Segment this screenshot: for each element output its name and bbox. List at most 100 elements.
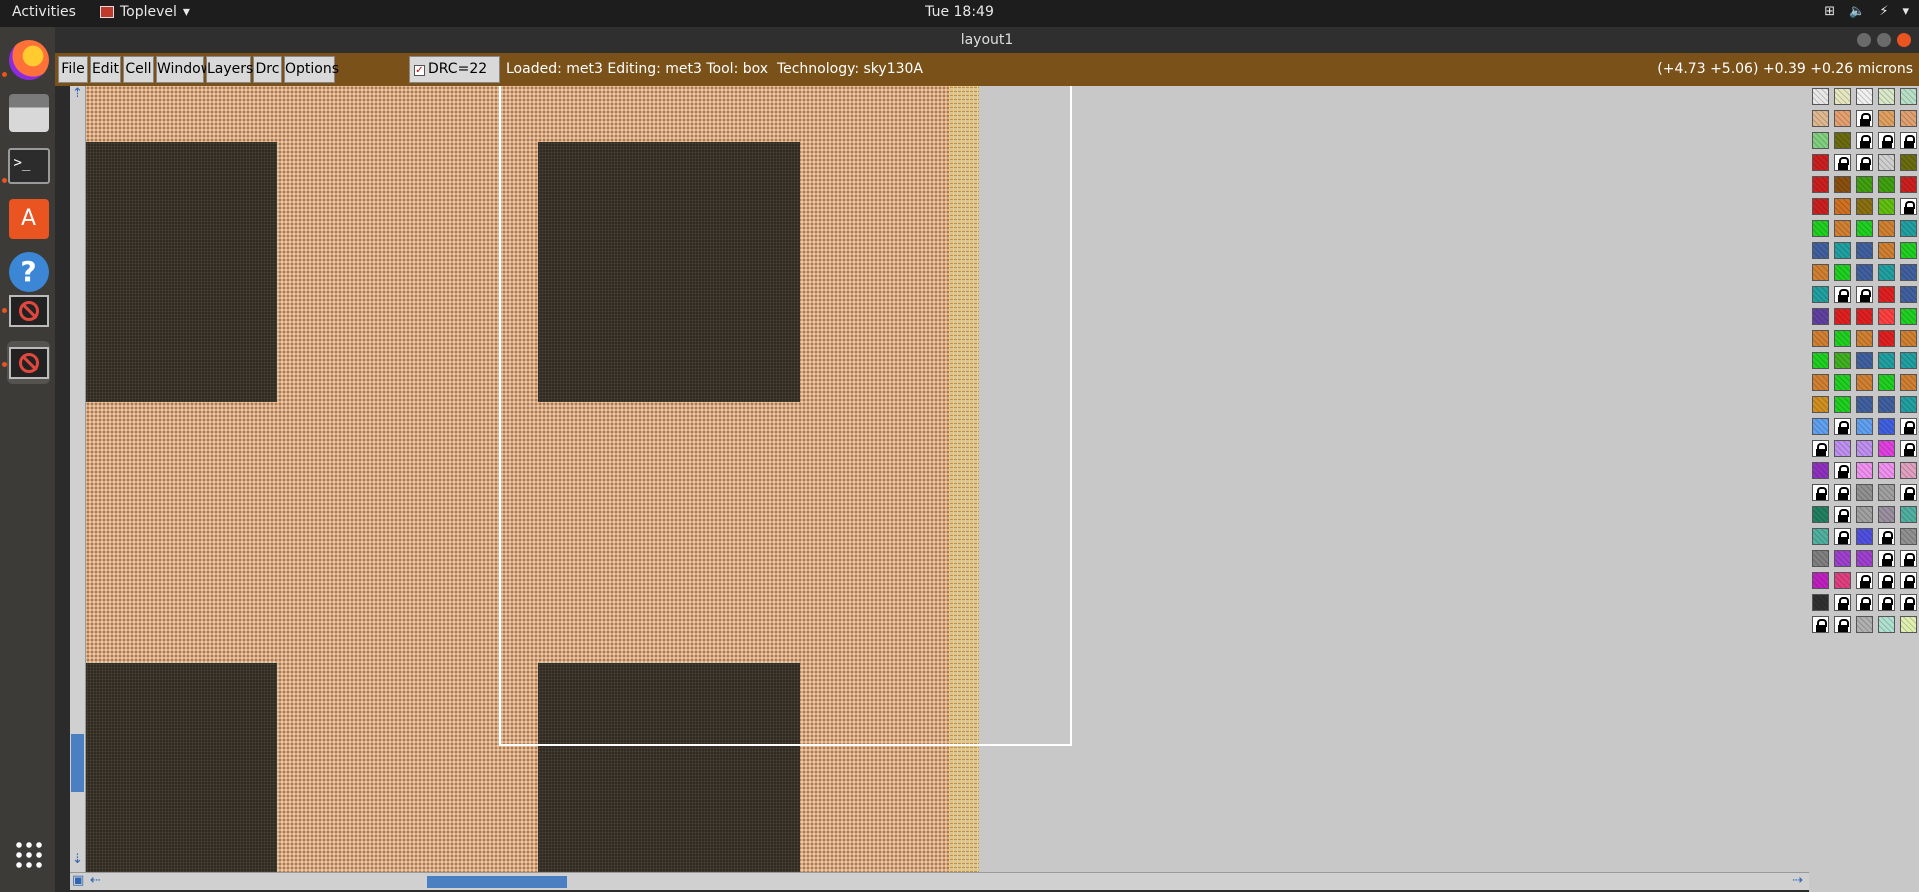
layer-swatch[interactable] — [1812, 462, 1829, 479]
layer-swatch[interactable] — [1834, 176, 1851, 193]
layer-swatch[interactable] — [1834, 396, 1851, 413]
window-titlebar[interactable]: layout1 — [55, 27, 1919, 53]
menu-layers[interactable]: Layers — [206, 56, 253, 83]
layer-swatch[interactable] — [1878, 176, 1895, 193]
layer-lock-icon[interactable] — [1900, 418, 1917, 435]
layer-lock-icon[interactable] — [1878, 594, 1895, 611]
layer-swatch[interactable] — [1812, 330, 1829, 347]
layer-swatch[interactable] — [1878, 506, 1895, 523]
layer-swatch[interactable] — [1900, 308, 1917, 325]
layer-swatch[interactable] — [1856, 176, 1873, 193]
layer-lock-icon[interactable] — [1856, 286, 1873, 303]
x11-app-launcher-active[interactable] — [7, 341, 50, 384]
layer-lock-icon[interactable] — [1856, 110, 1873, 127]
layer-swatch[interactable] — [1834, 198, 1851, 215]
menu-edit[interactable]: Edit — [90, 56, 121, 83]
layer-swatch[interactable] — [1834, 440, 1851, 457]
minimize-icon[interactable] — [1857, 33, 1871, 47]
layer-swatch[interactable] — [1812, 374, 1829, 391]
layer-swatch[interactable] — [1856, 88, 1873, 105]
layer-lock-icon[interactable] — [1812, 616, 1829, 633]
layer-swatch[interactable] — [1856, 220, 1873, 237]
layer-swatch[interactable] — [1856, 484, 1873, 501]
layer-swatch[interactable] — [1812, 528, 1829, 545]
layer-swatch[interactable] — [1812, 550, 1829, 567]
terminal-launcher[interactable]: >_ — [7, 144, 50, 187]
layer-swatch[interactable] — [1812, 154, 1829, 171]
layer-lock-icon[interactable] — [1834, 286, 1851, 303]
layer-swatch[interactable] — [1856, 528, 1873, 545]
layer-lock-icon[interactable] — [1856, 132, 1873, 149]
layer-swatch[interactable] — [1900, 506, 1917, 523]
layer-lock-icon[interactable] — [1878, 528, 1895, 545]
drc-toggle[interactable]: ✓ DRC=22 — [409, 56, 500, 83]
layer-swatch[interactable] — [1812, 242, 1829, 259]
arrow-up-icon[interactable]: ⇡ — [72, 86, 83, 101]
horizontal-scroll-thumb[interactable] — [427, 876, 567, 888]
zoom-box-icon[interactable]: ▣ — [72, 873, 84, 888]
layer-lock-icon[interactable] — [1834, 528, 1851, 545]
layer-swatch[interactable] — [1878, 88, 1895, 105]
layer-lock-icon[interactable] — [1834, 484, 1851, 501]
menu-drc[interactable]: Drc — [253, 56, 282, 83]
layer-swatch[interactable] — [1878, 286, 1895, 303]
x11-app-launcher[interactable] — [7, 289, 50, 332]
close-icon[interactable] — [1897, 33, 1911, 47]
layer-swatch[interactable] — [1878, 198, 1895, 215]
layer-swatch[interactable] — [1900, 352, 1917, 369]
menu-file[interactable]: File — [58, 56, 88, 83]
horizontal-scrollbar[interactable]: ▣ ⇠ ⇢ — [70, 872, 1809, 890]
layer-lock-icon[interactable] — [1878, 550, 1895, 567]
layer-lock-icon[interactable] — [1834, 418, 1851, 435]
layer-swatch[interactable] — [1812, 352, 1829, 369]
layer-swatch[interactable] — [1812, 396, 1829, 413]
vertical-scroll-thumb[interactable] — [71, 734, 84, 792]
layer-swatch[interactable] — [1834, 264, 1851, 281]
layer-swatch[interactable] — [1812, 220, 1829, 237]
layer-swatch[interactable] — [1856, 506, 1873, 523]
layer-lock-icon[interactable] — [1834, 154, 1851, 171]
layer-swatch[interactable] — [1900, 154, 1917, 171]
layer-swatch[interactable] — [1834, 88, 1851, 105]
layer-swatch[interactable] — [1878, 396, 1895, 413]
layer-lock-icon[interactable] — [1900, 440, 1917, 457]
layer-lock-icon[interactable] — [1834, 616, 1851, 633]
layer-swatch[interactable] — [1812, 418, 1829, 435]
arrow-left-icon[interactable]: ⇠ — [90, 873, 101, 888]
layer-swatch[interactable] — [1900, 110, 1917, 127]
layer-swatch[interactable] — [1812, 572, 1829, 589]
layer-swatch[interactable] — [1834, 550, 1851, 567]
layer-swatch[interactable] — [1900, 330, 1917, 347]
layer-lock-icon[interactable] — [1812, 440, 1829, 457]
layer-swatch[interactable] — [1856, 550, 1873, 567]
layer-swatch[interactable] — [1812, 506, 1829, 523]
layer-swatch[interactable] — [1812, 132, 1829, 149]
layer-swatch[interactable] — [1812, 198, 1829, 215]
files-launcher[interactable] — [7, 91, 50, 134]
layer-swatch[interactable] — [1878, 616, 1895, 633]
layout-canvas[interactable] — [86, 86, 1809, 872]
layer-lock-icon[interactable] — [1900, 594, 1917, 611]
layer-swatch[interactable] — [1856, 374, 1873, 391]
clock[interactable]: Tue 18:49 — [0, 4, 1919, 20]
layer-swatch[interactable] — [1878, 110, 1895, 127]
vertical-scrollbar[interactable]: ⇡ ⇣ — [70, 86, 86, 872]
layer-swatch[interactable] — [1878, 418, 1895, 435]
layer-swatch[interactable] — [1834, 220, 1851, 237]
layer-swatch[interactable] — [1856, 264, 1873, 281]
arrow-right-icon[interactable]: ⇢ — [1792, 873, 1803, 888]
menu-options[interactable]: Options — [284, 56, 339, 83]
menu-window[interactable]: Window — [156, 56, 212, 83]
layer-lock-icon[interactable] — [1900, 550, 1917, 567]
layer-swatch[interactable] — [1900, 374, 1917, 391]
layer-lock-icon[interactable] — [1834, 462, 1851, 479]
layer-swatch[interactable] — [1856, 308, 1873, 325]
layer-swatch[interactable] — [1900, 616, 1917, 633]
layer-swatch[interactable] — [1834, 242, 1851, 259]
layer-lock-icon[interactable] — [1900, 132, 1917, 149]
layer-swatch[interactable] — [1878, 308, 1895, 325]
layer-lock-icon[interactable] — [1856, 154, 1873, 171]
layer-swatch[interactable] — [1878, 264, 1895, 281]
layer-swatch[interactable] — [1856, 418, 1873, 435]
layer-lock-icon[interactable] — [1856, 594, 1873, 611]
